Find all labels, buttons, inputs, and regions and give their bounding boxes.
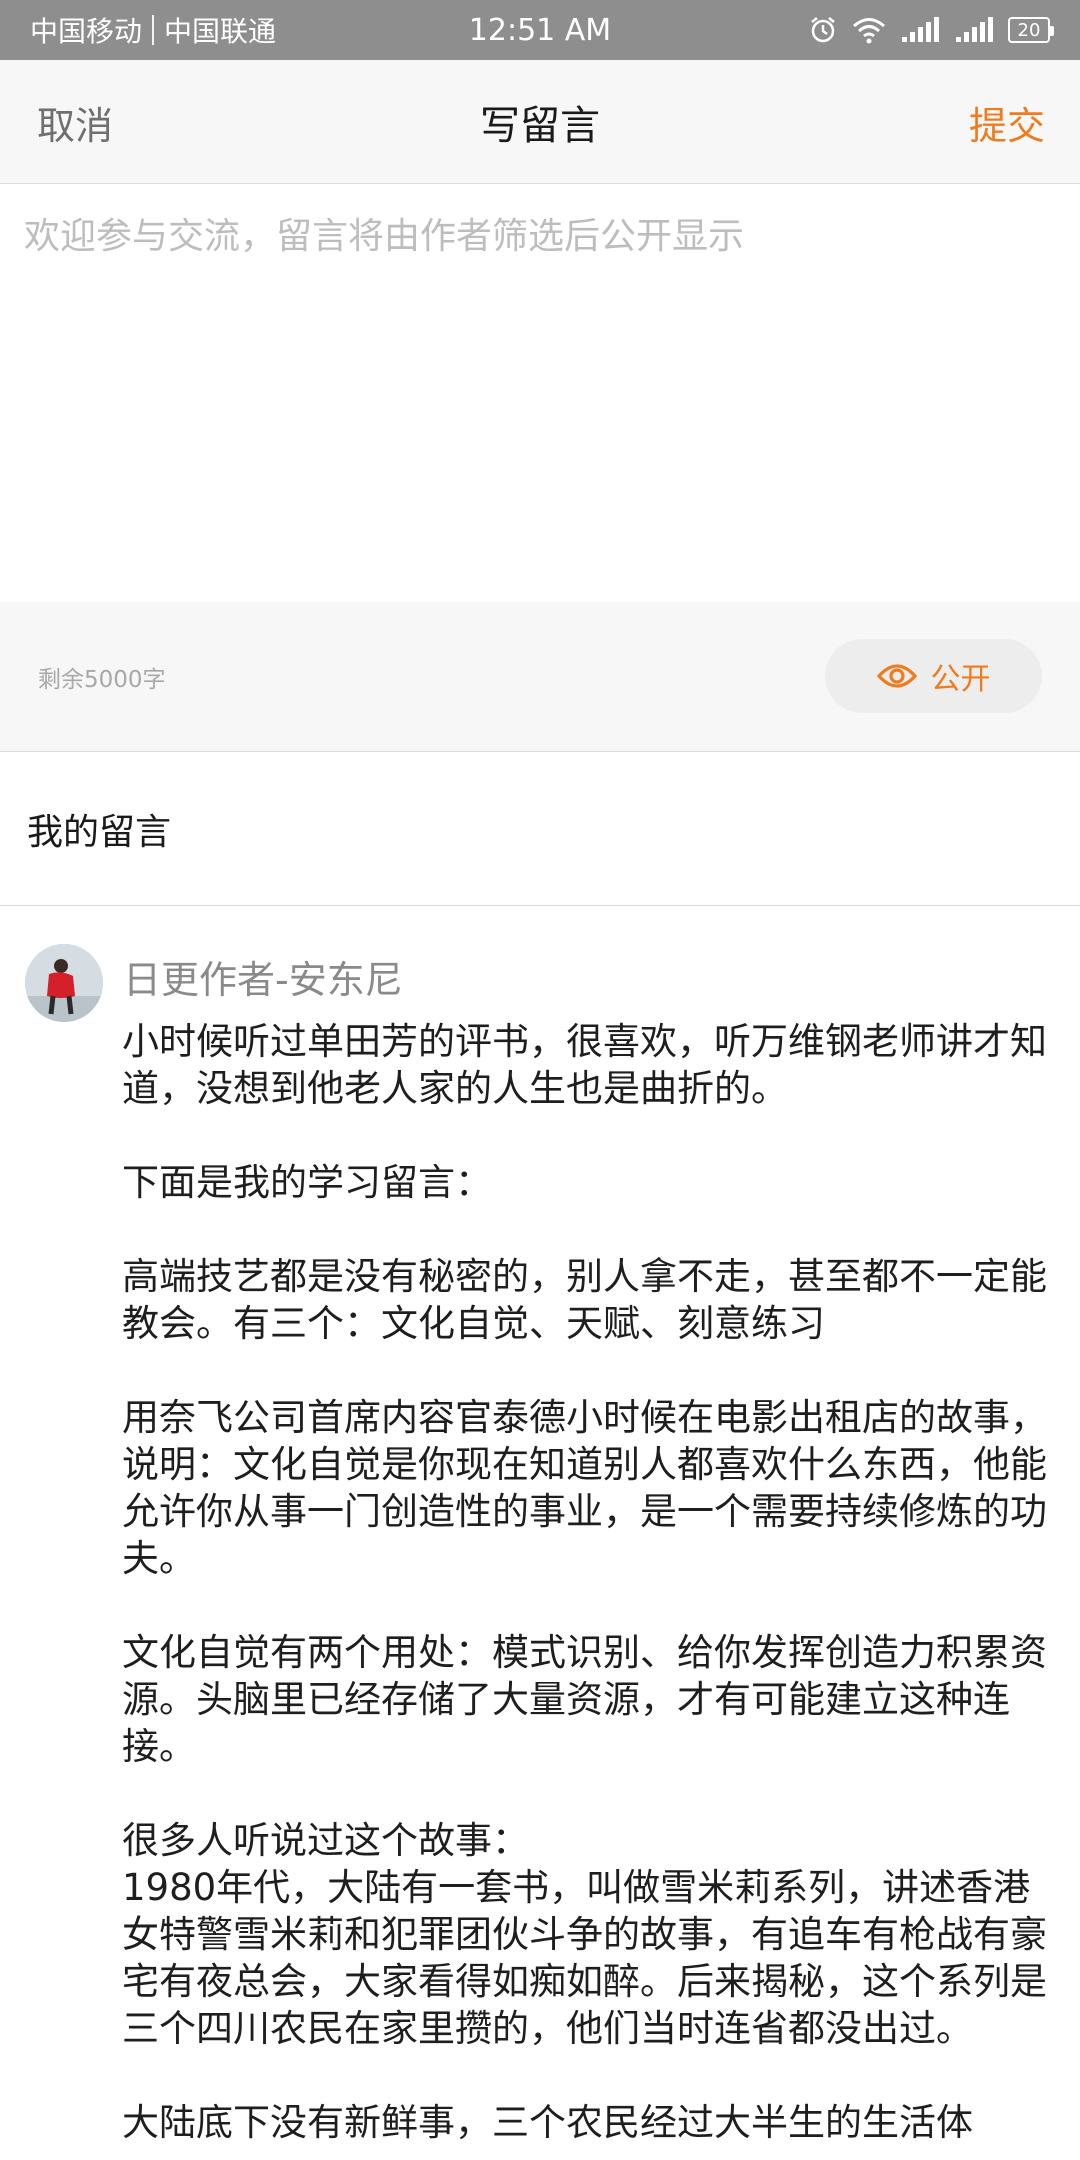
comment-paragraph: 用奈飞公司首席内容官泰德小时候在电影出租店的故事，说明：文化自觉是你现在知道别人… [122, 1396, 1047, 1580]
remaining-chars: 剩余5000字 [38, 667, 166, 693]
comment-paragraph: 高端技艺都是没有秘密的，别人拿不走，甚至都不一定能教会。有三个：文化自觉、天赋、… [122, 1255, 1047, 1345]
carrier-2: 中国联通 [164, 15, 277, 48]
battery-level: 20 [1017, 19, 1041, 41]
carrier-divider [152, 15, 155, 45]
comment-input[interactable] [24, 212, 1054, 572]
submit-button[interactable]: 提交 [969, 60, 1045, 184]
visibility-toggle-button[interactable]: 公开 [825, 639, 1042, 713]
cancel-button[interactable]: 取消 [37, 60, 113, 184]
comment-body: 小时候听过单田芳的评书，很喜欢，听万维钢老师讲才知道，没想到他老人家的人生也是曲… [122, 1018, 1057, 2160]
comment-paragraph: 大陆底下没有新鲜事，三个农民经过大半生的生活体 [122, 2101, 973, 2144]
visibility-label: 公开 [930, 662, 991, 697]
signal-icon [956, 17, 993, 42]
compose-area [0, 184, 1080, 602]
eye-icon [876, 664, 917, 688]
navigation-header: 取消 写留言 提交 [0, 60, 1080, 184]
carrier-1: 中国移动 [30, 15, 143, 48]
compose-footer: 剩余5000字 公开 [0, 602, 1080, 752]
comment-item: 日更作者-安东尼 小时候听过单田芳的评书，很喜欢，听万维钢老师讲才知道，没想到他… [0, 906, 1080, 2160]
comment-paragraph: 文化自觉有两个用处：模式识别、给你发挥创造力积累资源。头脑里已经存储了大量资源，… [122, 1631, 1047, 1768]
carrier-info: 中国移动 中国联通 [30, 0, 276, 60]
avatar-image [25, 944, 103, 1022]
battery-icon: 20 [1008, 17, 1054, 43]
page-title: 写留言 [480, 103, 600, 149]
status-icons: 20 [808, 0, 1054, 60]
alarm-icon [811, 17, 835, 43]
signal-icon [902, 17, 939, 42]
comment-paragraph: 很多人听说过这个故事： 1980年代，大陆有一套书，叫做雪米莉系列，讲述香港女特… [122, 1819, 1047, 2050]
comment-paragraph: 小时候听过单田芳的评书，很喜欢，听万维钢老师讲才知道，没想到他老人家的人生也是曲… [122, 1020, 1047, 1110]
comment-paragraph: 下面是我的学习留言： [122, 1161, 492, 1204]
my-comments-header: 我的留言 [0, 752, 1080, 906]
section-title: 我的留言 [27, 812, 172, 853]
comment-author[interactable]: 日更作者-安东尼 [123, 944, 403, 1016]
status-bar: 中国移动 中国联通 12:51 AM 20 [0, 0, 1080, 60]
avatar[interactable] [25, 944, 103, 1022]
wifi-icon [853, 18, 885, 44]
